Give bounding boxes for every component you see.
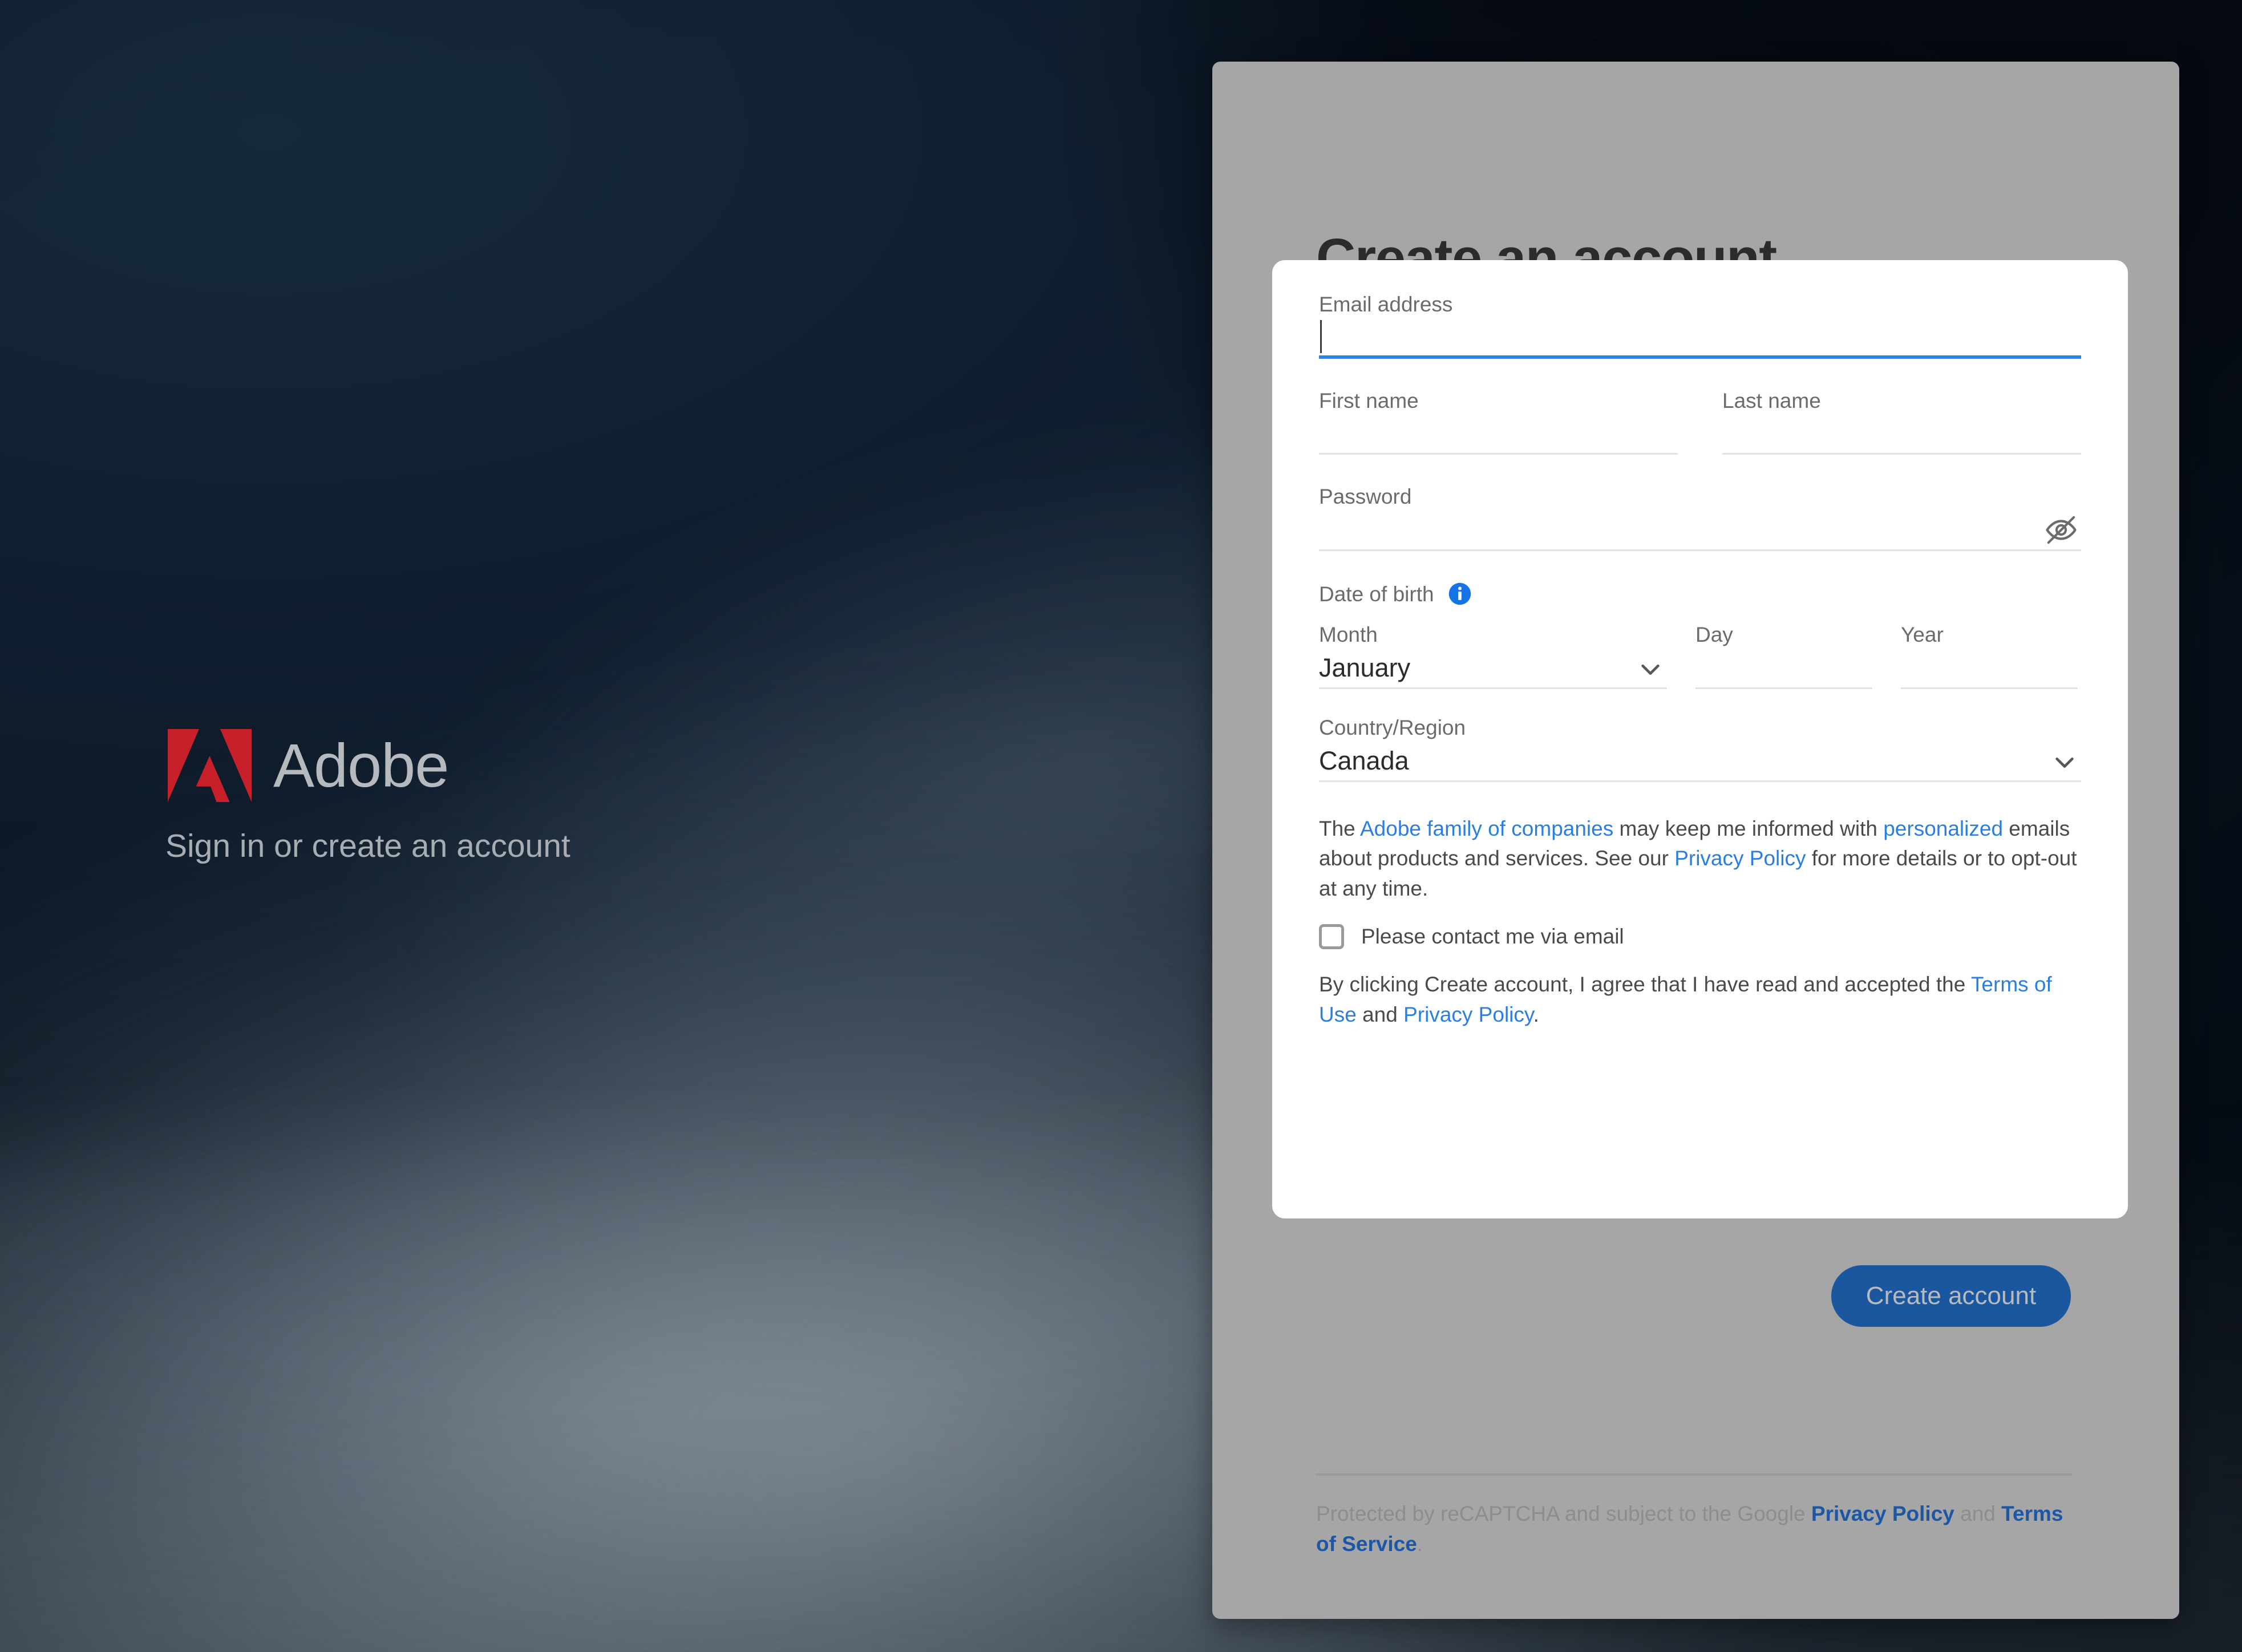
contact-me-label: Please contact me via email xyxy=(1361,925,1624,949)
dob-month-label: Month xyxy=(1319,623,1378,647)
recaptcha-footer: Protected by reCAPTCHA and subject to th… xyxy=(1316,1499,2075,1559)
chevron-down-icon xyxy=(2051,749,2078,775)
first-name-label: First name xyxy=(1319,388,1419,412)
contact-me-checkbox-row[interactable]: Please contact me via email xyxy=(1319,924,2081,950)
adobe-family-link[interactable]: Adobe family of companies xyxy=(1360,817,1613,840)
country-value: Canada xyxy=(1319,746,1409,775)
consent-text-2: may keep me informed with xyxy=(1613,816,1884,840)
google-privacy-policy-link[interactable]: Privacy Policy xyxy=(1811,1502,1954,1525)
text-caret xyxy=(1320,319,1322,353)
brand-row: Adobe xyxy=(165,729,570,802)
dob-day-group: Day xyxy=(1695,623,1872,689)
info-circle-icon[interactable] xyxy=(1448,582,1472,606)
email-field-group: Email address xyxy=(1319,293,2081,359)
password-input[interactable] xyxy=(1319,509,2081,552)
marketing-consent-text: The Adobe family of companies may keep m… xyxy=(1319,814,2081,904)
email-label: Email address xyxy=(1319,293,1453,316)
dob-month-group: Month January xyxy=(1319,623,1667,689)
country-field-group: Country/Region Canada xyxy=(1319,716,2081,782)
dob-month-value: January xyxy=(1319,653,1411,682)
footer-text-3: . xyxy=(1417,1532,1423,1556)
dob-day-input[interactable] xyxy=(1695,647,1872,689)
country-label: Country/Region xyxy=(1319,715,1466,739)
dob-year-input[interactable] xyxy=(1901,647,2078,689)
brand-tagline: Sign in or create an account xyxy=(165,828,570,864)
consent-text-1: The xyxy=(1319,816,1360,840)
signup-form-card: Email address First name Last name Passw… xyxy=(1272,260,2128,1218)
eye-off-icon[interactable] xyxy=(2043,512,2079,548)
privacy-policy-link-consent[interactable]: Privacy Policy xyxy=(1674,847,1806,870)
dob-row: Month January Day Year xyxy=(1319,623,2081,689)
footer-text-1: Protected by reCAPTCHA and subject to th… xyxy=(1316,1502,1811,1525)
dob-day-label: Day xyxy=(1695,623,1733,647)
first-name-field-group: First name xyxy=(1319,388,1678,455)
create-account-button[interactable]: Create account xyxy=(1831,1265,2071,1327)
terms-text-2: and xyxy=(1356,1002,1404,1026)
adobe-a-logo-icon xyxy=(165,729,254,802)
footer-divider xyxy=(1316,1473,2072,1476)
brand-name: Adobe xyxy=(273,731,449,800)
last-name-label: Last name xyxy=(1722,388,1821,412)
first-name-input[interactable] xyxy=(1319,412,1678,455)
dob-month-select[interactable]: January xyxy=(1319,647,1667,689)
chevron-down-icon xyxy=(1637,656,1664,682)
dob-year-group: Year xyxy=(1901,623,2078,689)
last-name-field-group: Last name xyxy=(1722,388,2081,455)
privacy-policy-link-terms[interactable]: Privacy Policy xyxy=(1403,1003,1533,1026)
brand-block: Adobe Sign in or create an account xyxy=(165,729,570,865)
contact-me-checkbox[interactable] xyxy=(1319,924,1344,950)
dob-label: Date of birth xyxy=(1319,582,1434,606)
terms-text-3: . xyxy=(1533,1002,1539,1026)
country-select[interactable]: Canada xyxy=(1319,740,2081,782)
terms-agreement-text: By clicking Create account, I agree that… xyxy=(1319,970,2081,1030)
name-row: First name Last name xyxy=(1319,388,2081,455)
email-input[interactable] xyxy=(1319,317,2081,359)
footer-text-2: and xyxy=(1954,1502,2002,1525)
last-name-input[interactable] xyxy=(1722,412,2081,455)
dob-group: Date of birth Month January Day Year xyxy=(1319,582,2081,689)
dob-label-row: Date of birth xyxy=(1319,582,2081,608)
dob-year-label: Year xyxy=(1901,623,1944,647)
personalized-link[interactable]: personalized xyxy=(1883,817,2003,840)
terms-text-1: By clicking Create account, I agree that… xyxy=(1319,973,1971,997)
password-field-group: Password xyxy=(1319,485,2081,552)
password-label: Password xyxy=(1319,485,1412,509)
create-account-dialog: Create an account Email address First na… xyxy=(1212,62,2179,1619)
